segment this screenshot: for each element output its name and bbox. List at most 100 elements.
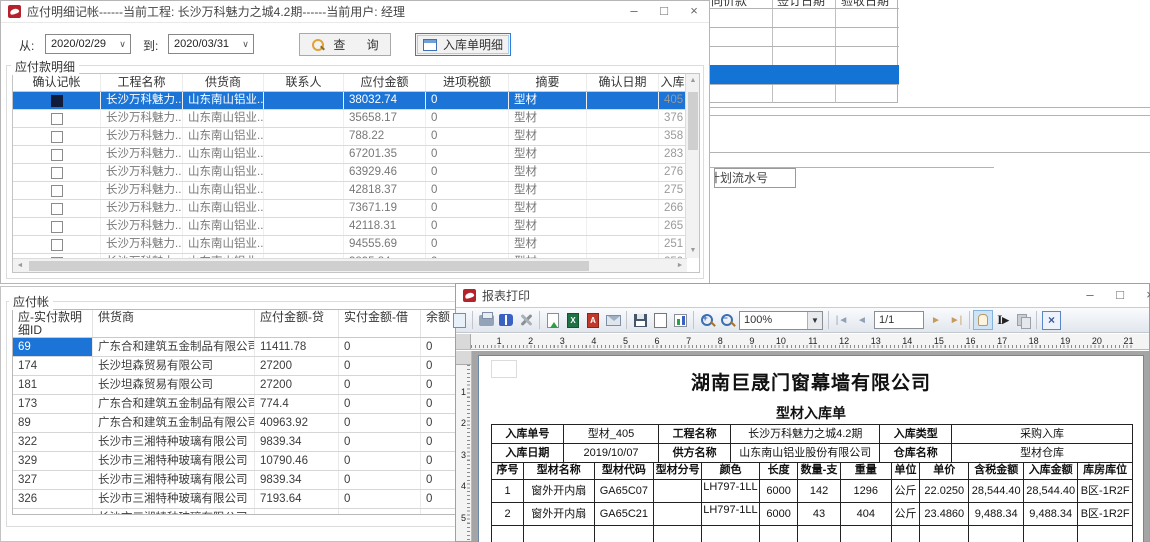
cell-supplier[interactable]: 山东南山铝业...: [183, 164, 264, 181]
minimize-button[interactable]: –: [619, 1, 649, 23]
cell-summary[interactable]: 型材: [509, 200, 587, 217]
payable-account-row[interactable]: 326 长沙市三湘特种玻璃有限公司 7193.64 0 0: [13, 490, 463, 509]
cell-confirm-date[interactable]: [587, 218, 659, 235]
cell-credit[interactable]: 27200: [255, 376, 339, 394]
cell-supplier[interactable]: 山东南山铝业...: [183, 218, 264, 235]
confirm-checkbox[interactable]: [51, 221, 63, 233]
export-icon[interactable]: [543, 310, 563, 330]
cell-inbound-no[interactable]: 265: [659, 218, 687, 235]
confirm-cell[interactable]: [13, 146, 101, 163]
first-page-icon[interactable]: |◄: [832, 315, 852, 326]
scroll-right-icon[interactable]: ►: [673, 259, 687, 273]
vertical-scrollbar[interactable]: ▲ ▼: [685, 74, 699, 258]
confirm-cell[interactable]: [13, 128, 101, 145]
cell-contact[interactable]: [264, 200, 344, 217]
close-preview-icon[interactable]: ×: [1042, 311, 1061, 330]
cell-supplier[interactable]: 山东南山铝业...: [183, 146, 264, 163]
cell-contact[interactable]: [264, 128, 344, 145]
cell-supplier[interactable]: 广东合和建筑五金制品有限公司: [93, 395, 255, 413]
cell-tax[interactable]: 0: [426, 146, 509, 163]
excel-export-icon[interactable]: X: [563, 310, 583, 330]
cell-inbound-no[interactable]: 376: [659, 110, 687, 127]
cell-debit[interactable]: 0: [339, 376, 421, 394]
chevron-down-icon[interactable]: ∨: [115, 39, 130, 50]
cell-contact[interactable]: [264, 236, 344, 253]
minimize-button[interactable]: –: [1075, 285, 1105, 307]
confirm-checkbox[interactable]: [51, 131, 63, 143]
payable-detail-column-header[interactable]: 摘要: [509, 74, 587, 91]
payable-account-row[interactable]: 327 长沙市三湘特种玻璃有限公司 9839.34 0 0: [13, 471, 463, 490]
cell-supplier[interactable]: 长沙坦森贸易有限公司: [93, 357, 255, 375]
cell-debit[interactable]: 0: [339, 490, 421, 508]
scroll-up-icon[interactable]: ▲: [686, 74, 700, 88]
next-page-icon[interactable]: ►: [926, 315, 946, 326]
from-date-combo[interactable]: 2020/02/29 ∨: [45, 34, 131, 54]
cell-confirm-date[interactable]: [587, 200, 659, 217]
cell-id[interactable]: 69: [13, 338, 93, 356]
cell-summary[interactable]: 型材: [509, 164, 587, 181]
cell-summary[interactable]: 型材: [509, 146, 587, 163]
cell-supplier[interactable]: 长沙市三湘特种玻璃有限公司: [93, 490, 255, 508]
confirm-checkbox[interactable]: [51, 113, 63, 125]
scroll-down-icon[interactable]: ▼: [686, 244, 700, 258]
cell-amount[interactable]: 73671.19: [344, 200, 426, 217]
query-button[interactable]: 查 询: [299, 33, 391, 56]
cell-project[interactable]: 长沙万科魅力...: [101, 218, 183, 235]
confirm-checkbox[interactable]: [51, 95, 63, 107]
payable-detail-row[interactable]: 长沙万科魅力... 山东南山铝业... 35658.17 0 型材 376: [13, 110, 687, 128]
text-select-icon[interactable]: I▸: [993, 310, 1013, 330]
cell-summary[interactable]: 型材: [509, 182, 587, 199]
cell-project[interactable]: 长沙万科魅力...: [101, 164, 183, 181]
cell-confirm-date[interactable]: [587, 92, 659, 109]
cell-tax[interactable]: 0: [426, 128, 509, 145]
cell-tax[interactable]: 0: [426, 110, 509, 127]
cell-credit[interactable]: [255, 509, 339, 515]
cell-supplier[interactable]: 山东南山铝业...: [183, 200, 264, 217]
last-page-icon[interactable]: ►|: [946, 315, 966, 326]
cell-supplier[interactable]: 长沙市三湘特种玻璃有限公司: [93, 452, 255, 470]
cell-supplier[interactable]: 山东南山铝业...: [183, 182, 264, 199]
cell-amount[interactable]: 788.22: [344, 128, 426, 145]
cell-amount[interactable]: 63929.46: [344, 164, 426, 181]
printer-icon[interactable]: [476, 310, 496, 330]
close-button[interactable]: ×: [1135, 285, 1150, 307]
cell-summary[interactable]: 型材: [509, 218, 587, 235]
save-icon[interactable]: [630, 310, 650, 330]
confirm-cell[interactable]: [13, 110, 101, 127]
cell-debit[interactable]: 0: [339, 395, 421, 413]
confirm-cell[interactable]: [13, 236, 101, 253]
cell-credit[interactable]: 10790.46: [255, 452, 339, 470]
confirm-cell[interactable]: [13, 182, 101, 199]
cell-inbound-no[interactable]: 283: [659, 146, 687, 163]
book-icon[interactable]: [496, 310, 516, 330]
payable-account-column-header[interactable]: 供货商: [93, 310, 255, 337]
cell-inbound-no[interactable]: 266: [659, 200, 687, 217]
cell-credit[interactable]: 9839.34: [255, 433, 339, 451]
payable-detail-column-header[interactable]: 确认日期: [587, 74, 659, 91]
cell-id[interactable]: 322: [13, 433, 93, 451]
payable-detail-row[interactable]: 长沙万科魅力... 山东南山铝业... 42818.37 0 型材 275: [13, 182, 687, 200]
confirm-checkbox[interactable]: [51, 149, 63, 161]
cell-credit[interactable]: 7193.64: [255, 490, 339, 508]
confirm-checkbox[interactable]: [51, 167, 63, 179]
cell-supplier[interactable]: 山东南山铝业...: [183, 92, 264, 109]
cell-inbound-no[interactable]: 405: [659, 92, 687, 109]
cell-id[interactable]: 173: [13, 395, 93, 413]
cell-project[interactable]: 长沙万科魅力...: [101, 236, 183, 253]
cell-summary[interactable]: 型材: [509, 92, 587, 109]
cell-contact[interactable]: [264, 182, 344, 199]
cell-contact[interactable]: [264, 218, 344, 235]
payable-detail-column-header[interactable]: 工程名称: [101, 74, 183, 91]
cell-amount[interactable]: 38032.74: [344, 92, 426, 109]
payable-detail-row[interactable]: 长沙万科魅力... 山东南山铝业... 94555.69 0 型材 251: [13, 236, 687, 254]
cell-contact[interactable]: [264, 164, 344, 181]
cell-id[interactable]: 327: [13, 471, 93, 489]
email-icon[interactable]: [603, 310, 623, 330]
payable-detail-column-header[interactable]: 供货商: [183, 74, 264, 91]
cell-credit[interactable]: 774.4: [255, 395, 339, 413]
chevron-down-icon[interactable]: ∨: [238, 39, 253, 50]
cell-debit[interactable]: 0: [339, 414, 421, 432]
payable-detail-row[interactable]: 长沙万科魅力... 山东南山铝业... 788.22 0 型材 358: [13, 128, 687, 146]
cell-debit[interactable]: 0: [339, 357, 421, 375]
cell-supplier[interactable]: 长沙坦森贸易有限公司: [93, 376, 255, 394]
